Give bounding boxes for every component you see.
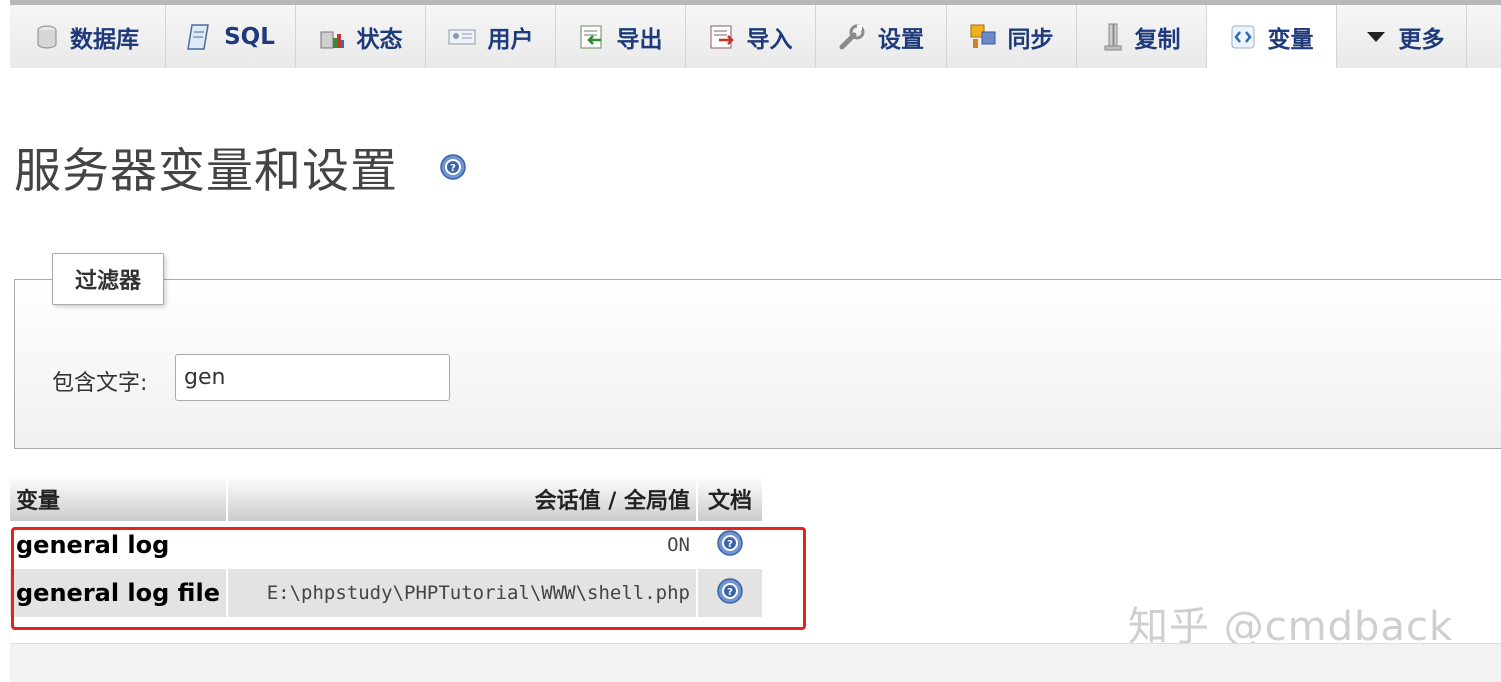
variable-name: general log file bbox=[10, 569, 227, 617]
column-header-variable[interactable]: 变量 bbox=[10, 476, 228, 521]
tab-replication-label: 复制 bbox=[1134, 26, 1181, 53]
tab-replication[interactable]: 复制 bbox=[1077, 5, 1207, 68]
tab-status[interactable]: 状态 bbox=[296, 5, 426, 68]
import-icon bbox=[710, 25, 734, 48]
tab-import-label: 导入 bbox=[746, 26, 793, 53]
status-icon bbox=[320, 31, 344, 48]
svg-text:?: ? bbox=[727, 587, 733, 598]
help-icon: ? bbox=[717, 578, 743, 604]
tab-databases-label: 数据库 bbox=[70, 26, 139, 53]
table-row: general log ON ? bbox=[10, 521, 762, 569]
tab-sql[interactable]: SQL bbox=[166, 5, 296, 68]
settings-icon bbox=[839, 24, 865, 49]
tab-users[interactable]: 用户 bbox=[426, 5, 556, 68]
tab-status-label: 状态 bbox=[356, 26, 403, 53]
export-icon bbox=[580, 25, 601, 48]
page-title: 服务器变量和设置 bbox=[14, 144, 398, 199]
tab-variables-label: 变量 bbox=[1267, 26, 1314, 53]
top-navigation: 数据库 SQL 状态 用户 导出 导入 设置 同步 复制 变量 更多 bbox=[10, 0, 1501, 68]
doc-link[interactable]: ? bbox=[695, 521, 762, 569]
variable-value[interactable]: E:\phpstudy\PHPTutorial\WWW\shell.php bbox=[225, 569, 697, 617]
filter-input[interactable] bbox=[175, 354, 450, 401]
variable-name: general log bbox=[10, 521, 227, 569]
tab-settings-label: 设置 bbox=[878, 26, 924, 53]
sql-icon bbox=[187, 23, 209, 50]
tab-more-label: 更多 bbox=[1398, 26, 1445, 53]
help-icon: ? bbox=[717, 530, 743, 556]
svg-text:?: ? bbox=[450, 163, 456, 174]
database-icon bbox=[37, 25, 57, 48]
tab-export-label: 导出 bbox=[616, 26, 663, 53]
chevron-down-icon bbox=[1366, 31, 1385, 42]
doc-link[interactable]: ? bbox=[695, 569, 762, 617]
footer-strip bbox=[10, 643, 1501, 682]
column-header-doc: 文档 bbox=[696, 476, 762, 521]
tab-users-label: 用户 bbox=[487, 26, 534, 53]
svg-text:?: ? bbox=[727, 539, 733, 550]
tab-databases[interactable]: 数据库 bbox=[10, 5, 166, 68]
tab-variables[interactable]: 变量 bbox=[1207, 5, 1337, 68]
variable-value[interactable]: ON bbox=[225, 521, 697, 569]
users-icon bbox=[448, 29, 475, 44]
tab-more[interactable]: 更多 bbox=[1337, 5, 1467, 68]
table-header-row: 变量 会话值 / 全局值 文档 bbox=[10, 476, 762, 521]
tab-sync-label: 同步 bbox=[1007, 26, 1054, 53]
tab-import[interactable]: 导入 bbox=[686, 5, 816, 68]
filter-legend: 过滤器 bbox=[52, 253, 164, 305]
tab-settings[interactable]: 设置 bbox=[816, 5, 947, 68]
filter-label: 包含文字: bbox=[52, 371, 148, 396]
tab-sql-label: SQL bbox=[224, 23, 275, 50]
variables-icon bbox=[1231, 25, 1254, 48]
help-icon[interactable]: ? bbox=[439, 153, 467, 181]
variables-table: 变量 会话值 / 全局值 文档 general log ON ? general… bbox=[10, 476, 762, 617]
tab-export[interactable]: 导出 bbox=[556, 5, 686, 68]
replication-icon bbox=[1104, 23, 1121, 50]
column-header-value[interactable]: 会话值 / 全局值 bbox=[226, 476, 698, 521]
table-row: general log file E:\phpstudy\PHPTutorial… bbox=[10, 569, 762, 617]
nav-filler bbox=[1467, 5, 1501, 68]
tab-sync[interactable]: 同步 bbox=[947, 5, 1077, 68]
sync-icon bbox=[970, 24, 995, 48]
